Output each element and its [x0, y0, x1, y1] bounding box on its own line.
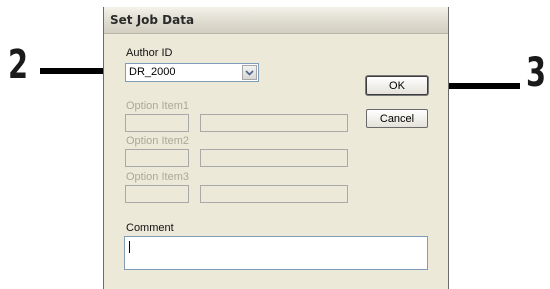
option-item2-value-field	[125, 149, 189, 167]
author-id-value: DR_2000	[129, 66, 176, 78]
dropdown-button[interactable]	[242, 65, 257, 80]
option-item1-text-field	[200, 114, 348, 132]
comment-input[interactable]	[124, 236, 428, 270]
option-item3-text-field	[200, 185, 348, 203]
set-job-data-dialog: Set Job Data Author ID DR_2000 OK Cancel…	[103, 7, 449, 289]
step-number-3: 3	[526, 50, 547, 96]
dialog-title-bar[interactable]: Set Job Data	[104, 7, 448, 34]
option-item1-value-field	[125, 114, 189, 132]
author-id-dropdown[interactable]: DR_2000	[125, 63, 259, 82]
dialog-title: Set Job Data	[110, 13, 195, 27]
cancel-button[interactable]: Cancel	[366, 109, 428, 128]
option-item2-label: Option Item2	[126, 135, 189, 147]
comment-label: Comment	[126, 222, 174, 234]
step-number-2: 2	[8, 42, 29, 88]
option-item2-text-field	[200, 149, 348, 167]
option-item3-value-field	[125, 185, 189, 203]
text-caret	[129, 241, 130, 253]
option-item3-label: Option Item3	[126, 171, 189, 183]
author-id-label: Author ID	[126, 47, 173, 59]
ok-button[interactable]: OK	[366, 76, 428, 95]
chevron-down-icon	[245, 69, 254, 76]
option-item1-label: Option Item1	[126, 100, 189, 112]
